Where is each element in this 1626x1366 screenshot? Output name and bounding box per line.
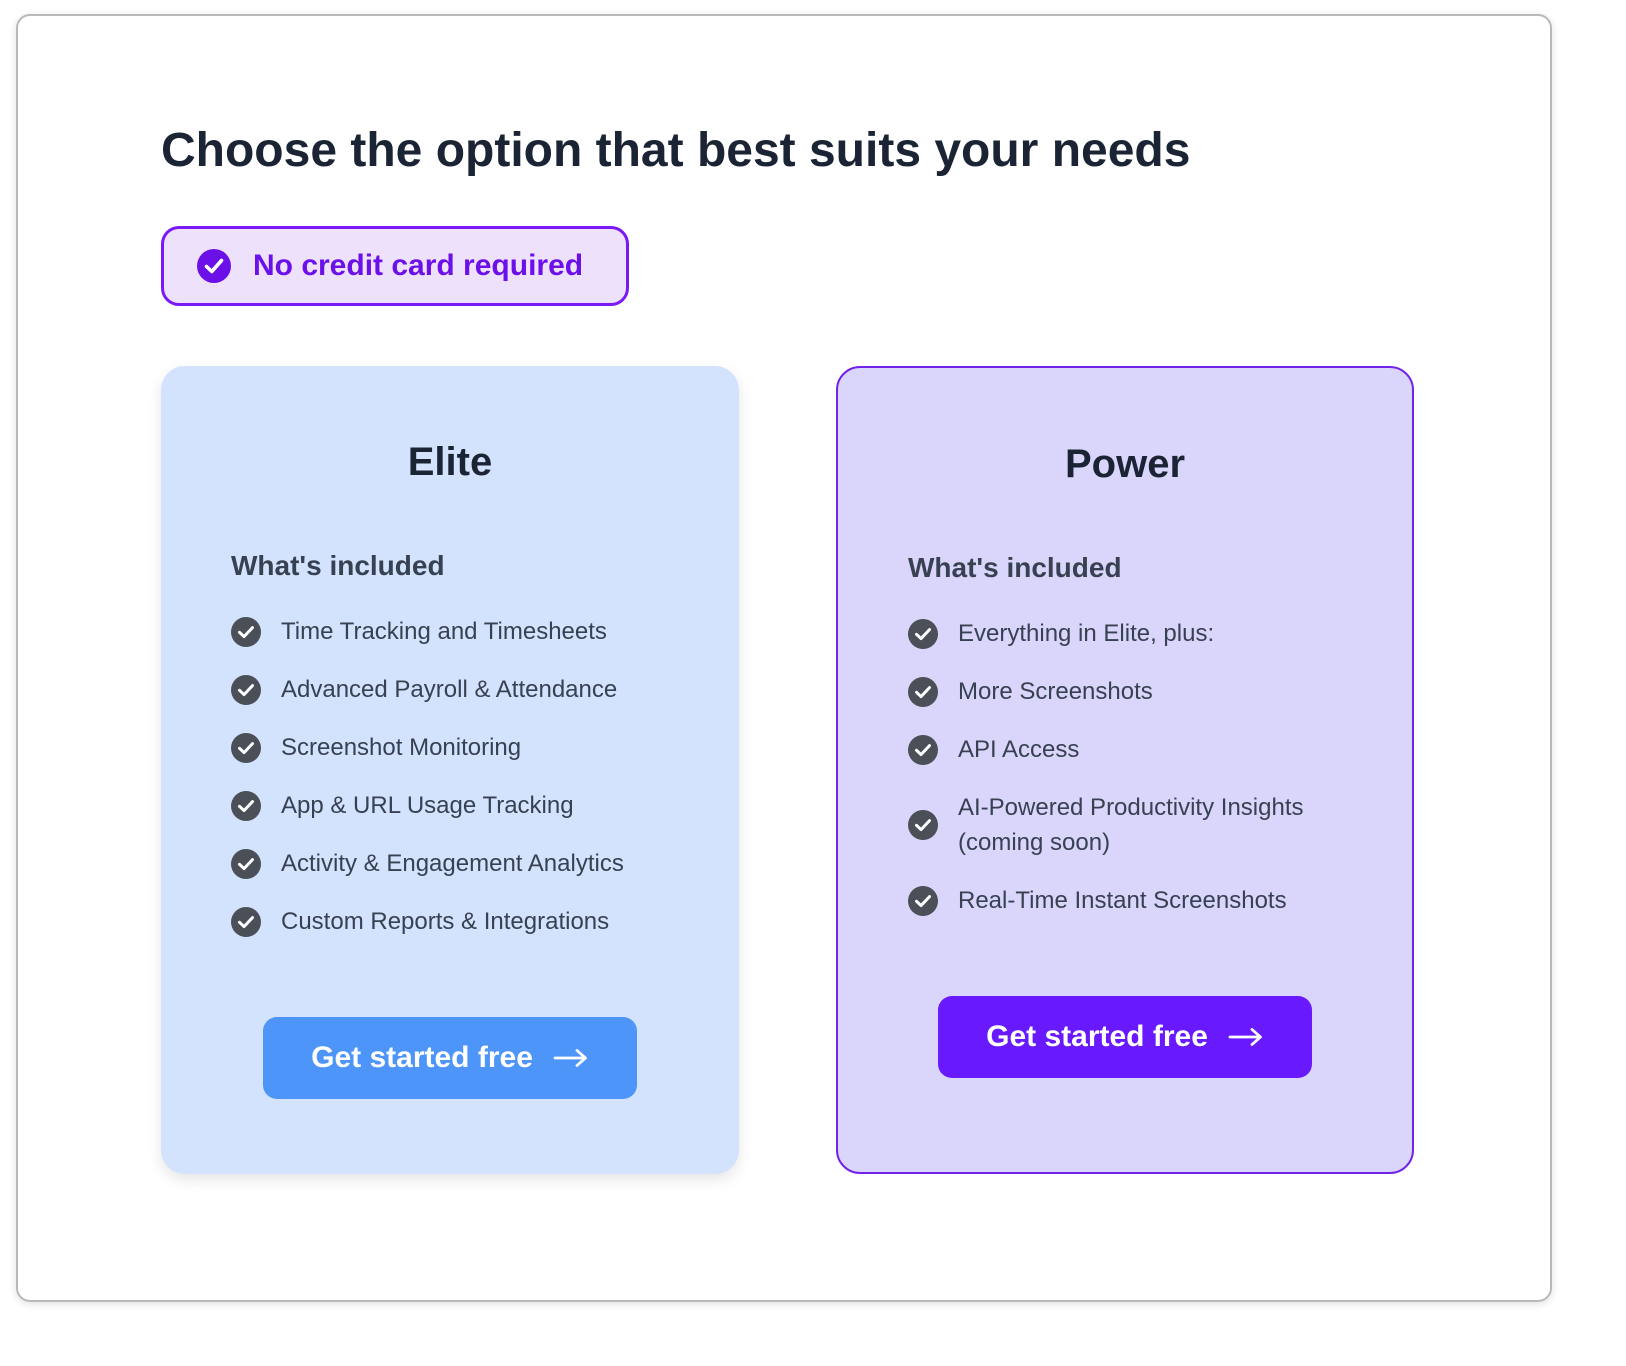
check-circle-icon [231, 790, 261, 821]
feature-item: AI-Powered Productivity Insights (coming… [908, 790, 1388, 860]
plan-subtitle: What's included [908, 552, 1122, 583]
plan-title: Elite [407, 440, 493, 484]
check-circle-icon [231, 616, 261, 647]
button-label: Get started free [311, 1041, 533, 1074]
feature-text: Real-Time Instant Screenshots [958, 887, 1287, 914]
feature-text: API Access [958, 736, 1080, 763]
feature-item: Everything in Elite, plus: [908, 616, 1388, 651]
feature-item: Activity & Engagement Analytics [231, 846, 711, 881]
feature-text: Advanced Payroll & Attendance [281, 676, 618, 703]
check-circle-icon [908, 676, 938, 707]
feature-item: More Screenshots [908, 674, 1388, 709]
feature-item: API Access [908, 732, 1388, 767]
plan-subtitle: What's included [231, 550, 445, 581]
arrow-right-icon [553, 1049, 587, 1067]
feature-list: Everything in Elite, plus: More Screensh… [908, 616, 1388, 941]
feature-text: Everything in Elite, plus: [958, 620, 1215, 647]
feature-item: Advanced Payroll & Attendance [231, 672, 711, 707]
plan-card-power: Power What's included Everything in Elit… [836, 366, 1414, 1174]
check-circle-icon [908, 810, 938, 840]
check-circle-icon [908, 618, 938, 649]
arrow-right-icon [1228, 1028, 1262, 1046]
check-circle-icon [231, 674, 261, 705]
feature-item: Time Tracking and Timesheets [231, 614, 711, 649]
plan-card-elite: Elite What's included Time Tracking and … [161, 366, 739, 1174]
check-circle-icon [908, 734, 938, 765]
check-circle-icon [231, 906, 261, 937]
check-circle-icon [197, 249, 231, 283]
check-circle-icon [908, 885, 938, 916]
no-credit-card-badge: No credit card required [161, 226, 629, 306]
badge-label: No credit card required [253, 249, 584, 282]
feature-text: App & URL Usage Tracking [281, 792, 574, 819]
page-title: Choose the option that best suits your n… [161, 124, 1191, 177]
feature-text: Time Tracking and Timesheets [281, 618, 607, 645]
get-started-power-button[interactable]: Get started free [938, 996, 1312, 1078]
feature-text: Activity & Engagement Analytics [281, 850, 624, 877]
plan-title: Power [1064, 442, 1186, 486]
pricing-panel: Choose the option that best suits your n… [16, 14, 1552, 1302]
feature-item: Real-Time Instant Screenshots [908, 883, 1388, 918]
feature-item: Screenshot Monitoring [231, 730, 711, 765]
feature-text: More Screenshots [958, 678, 1153, 705]
feature-item: App & URL Usage Tracking [231, 788, 711, 823]
feature-text: Screenshot Monitoring [281, 734, 522, 761]
button-label: Get started free [986, 1020, 1208, 1053]
feature-text: Custom Reports & Integrations [281, 908, 610, 935]
feature-item: Custom Reports & Integrations [231, 904, 711, 939]
feature-list: Time Tracking and Timesheets Advanced Pa… [231, 614, 711, 962]
check-circle-icon [231, 848, 261, 879]
feature-text: AI-Powered Productivity Insights (coming… [958, 794, 1304, 856]
get-started-elite-button[interactable]: Get started free [263, 1017, 637, 1099]
check-circle-icon [231, 732, 261, 763]
